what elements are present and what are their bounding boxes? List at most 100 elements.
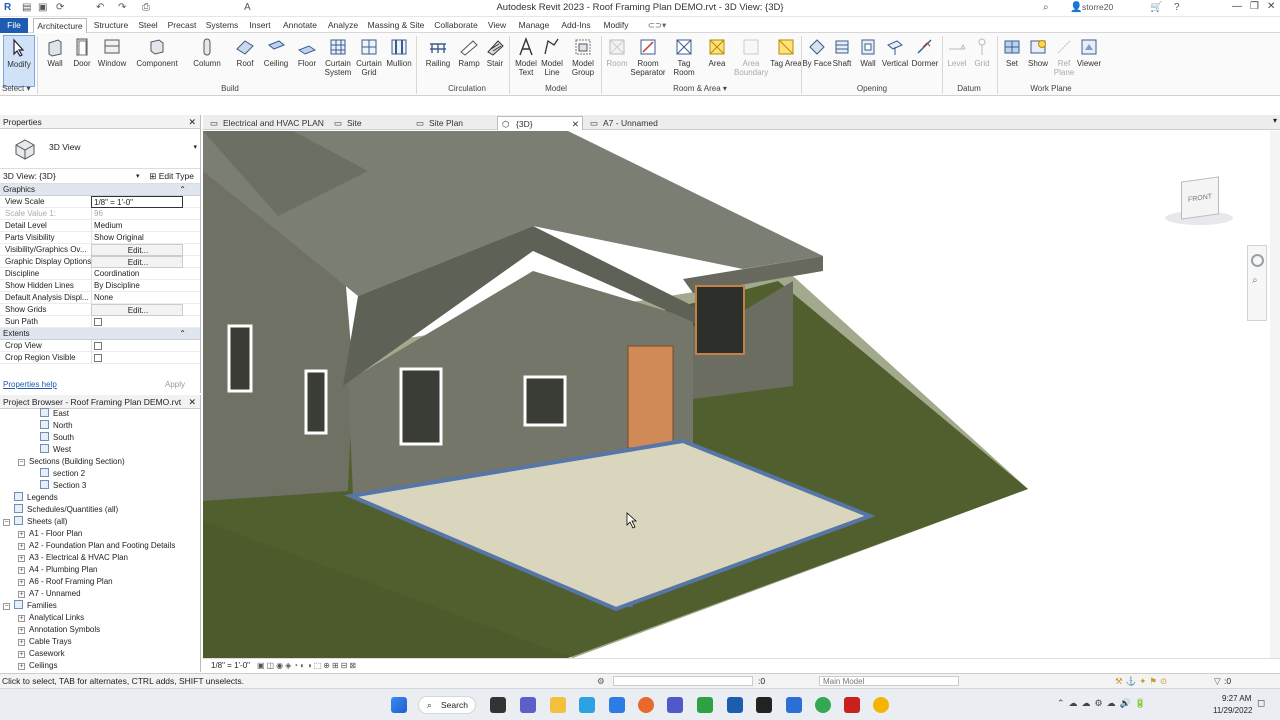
tab-modify[interactable]: Modify <box>598 18 634 33</box>
clock-date[interactable]: 11/29/2022 <box>1213 706 1252 715</box>
tab-precast[interactable]: Precast <box>165 18 199 33</box>
prop-row[interactable]: Show Hidden Lines By Discipline <box>0 280 200 292</box>
curtain-grid-button[interactable]: Curtain Grid <box>353 35 385 87</box>
tab-menu-icon[interactable]: ▾ <box>1273 116 1277 125</box>
tree-item[interactable]: + A3 - Electrical & HVAC Plan <box>18 552 128 564</box>
edit-button[interactable]: Edit... <box>91 256 183 268</box>
expand-icon[interactable]: + <box>18 615 25 622</box>
model-group-button[interactable]: Model Group <box>567 35 599 87</box>
expand-icon[interactable]: + <box>18 555 25 562</box>
doc-tab-active[interactable]: ⬡ {3D} ✕ <box>497 116 583 130</box>
tree-item[interactable]: Legends <box>14 492 58 504</box>
tree-item[interactable]: West <box>40 444 71 456</box>
prop-row[interactable]: Detail Level Medium <box>0 220 200 232</box>
view-scale-label[interactable]: 1/8" = 1'-0" <box>211 659 250 672</box>
expand-icon[interactable]: + <box>18 531 25 538</box>
model-render[interactable] <box>203 131 1270 658</box>
user-icon[interactable]: 👤 <box>1070 2 1082 13</box>
group-room-area[interactable]: Room & Area ▾ <box>600 84 800 94</box>
terminal-icon[interactable] <box>756 697 772 713</box>
tag-area-button[interactable]: Tag Area <box>770 35 802 87</box>
area-button[interactable]: Area <box>701 35 733 87</box>
chevron-down-icon[interactable]: ▾ <box>193 143 197 151</box>
expand-icon[interactable]: + <box>18 627 25 634</box>
tree-item[interactable]: + A1 - Floor Plan <box>18 528 82 540</box>
edit-type-button[interactable]: ⊞ Edit Type <box>149 169 194 184</box>
properties-help-link[interactable]: Properties help <box>3 377 57 393</box>
prop-row[interactable]: Sun Path <box>0 316 200 328</box>
viewcube[interactable]: FRONT <box>1165 171 1233 227</box>
mullion-button[interactable]: Mullion <box>383 35 415 87</box>
tree-item[interactable]: + Analytical Links <box>18 612 84 624</box>
app-icon[interactable] <box>697 697 713 713</box>
firefox-icon[interactable] <box>638 697 654 713</box>
tab-collaborate[interactable]: Collaborate <box>432 18 480 33</box>
prop-row[interactable]: Parts Visibility Show Original <box>0 232 200 244</box>
prop-row[interactable]: Crop Region Visible <box>0 352 200 364</box>
collapse-icon[interactable]: ⌃ <box>179 184 186 196</box>
worksets-icon[interactable]: ⚙ <box>597 674 605 688</box>
tree-item[interactable]: South <box>40 432 74 444</box>
tab-add-ins[interactable]: Add-Ins <box>558 18 594 33</box>
expand-icon[interactable]: + <box>18 639 25 646</box>
tab-analyze[interactable]: Analyze <box>325 18 361 33</box>
word-icon[interactable] <box>786 697 802 713</box>
steering-wheel-icon[interactable] <box>1251 254 1264 267</box>
tree-item[interactable]: + A6 - Roof Framing Plan <box>18 576 113 588</box>
revit-taskbar-icon[interactable] <box>727 697 743 713</box>
room-button[interactable]: Room <box>601 35 633 87</box>
acrobat-icon[interactable] <box>844 697 860 713</box>
tree-item[interactable]: section 2 <box>40 468 85 480</box>
group-select[interactable]: Select ▾ <box>2 84 34 94</box>
design-option-dropdown[interactable]: Main Model <box>819 676 959 686</box>
prop-row[interactable]: Default Analysis Displ... None <box>0 292 200 304</box>
doc-tab[interactable]: ▭ Site Plan <box>411 116 497 130</box>
dormer-button[interactable]: Dormer <box>909 35 941 87</box>
prop-value[interactable]: Coordination <box>91 268 183 280</box>
view-scale-field[interactable]: 1/8" = 1'-0" <box>91 196 183 208</box>
stair-button[interactable]: Stair <box>479 35 511 87</box>
tree-item[interactable]: − Families <box>3 600 57 612</box>
tab-systems[interactable]: Systems <box>203 18 241 33</box>
tree-item[interactable]: + A2 - Foundation Plan and Footing Detail… <box>18 540 175 552</box>
collapse-icon[interactable]: − <box>18 459 25 466</box>
filter-icon[interactable]: ▽ <box>1214 674 1221 688</box>
column-button[interactable]: Column <box>191 35 223 87</box>
tree-item[interactable]: East <box>40 408 69 420</box>
crop-region-checkbox[interactable] <box>94 354 102 362</box>
windows-start-icon[interactable] <box>391 697 407 713</box>
close-icon[interactable]: ✕ <box>188 395 196 409</box>
search-icon[interactable]: ⌕ <box>1043 2 1049 13</box>
tree-item[interactable]: + Ceilings <box>18 660 57 672</box>
railing-button[interactable]: Railing <box>422 35 454 87</box>
modify-button[interactable]: Modify <box>3 35 35 87</box>
edit-button[interactable]: Edit... <box>91 244 183 256</box>
teams-icon[interactable] <box>667 697 683 713</box>
selection-toggle-icons[interactable]: ⚒⚓✦⚑⊙ <box>1115 674 1170 688</box>
prop-row[interactable]: Show Grids Edit... <box>0 304 200 316</box>
tab-architecture[interactable]: Architecture <box>33 18 87 33</box>
clock-time[interactable]: 9:27 AM <box>1222 694 1251 703</box>
edge-icon[interactable] <box>579 697 595 713</box>
doc-tab[interactable]: ▭ Site <box>329 116 409 130</box>
expand-icon[interactable]: + <box>18 651 25 658</box>
task-view-icon[interactable] <box>490 697 506 713</box>
tree-item[interactable]: Schedules/Quantities (all) <box>14 504 118 516</box>
section-extents[interactable]: Extents ⌃ <box>0 328 200 340</box>
vertical-opening-button[interactable]: Vertical <box>879 35 911 87</box>
vertical-scrollbar[interactable] <box>1270 131 1280 658</box>
notifications-icon[interactable]: ◻ <box>1257 698 1265 709</box>
expand-icon[interactable]: + <box>18 543 25 550</box>
chrome-icon-2[interactable] <box>873 697 889 713</box>
tree-item[interactable]: + A7 - Unnamed <box>18 588 81 600</box>
ceiling-button[interactable]: Ceiling <box>260 35 292 87</box>
edit-button[interactable]: Edit... <box>91 304 183 316</box>
help-icon[interactable]: ? <box>1174 2 1180 13</box>
tree-item[interactable]: + Annotation Symbols <box>18 624 100 636</box>
room-separator-button[interactable]: Room Separator <box>630 35 666 87</box>
tree-item[interactable]: + A4 - Plumbing Plan <box>18 564 97 576</box>
tab-view[interactable]: View <box>484 18 510 33</box>
tree-item[interactable]: + Cable Trays <box>18 636 72 648</box>
component-button[interactable]: Component <box>135 35 179 87</box>
taskbar-search[interactable]: ⌕ Search <box>418 696 476 714</box>
